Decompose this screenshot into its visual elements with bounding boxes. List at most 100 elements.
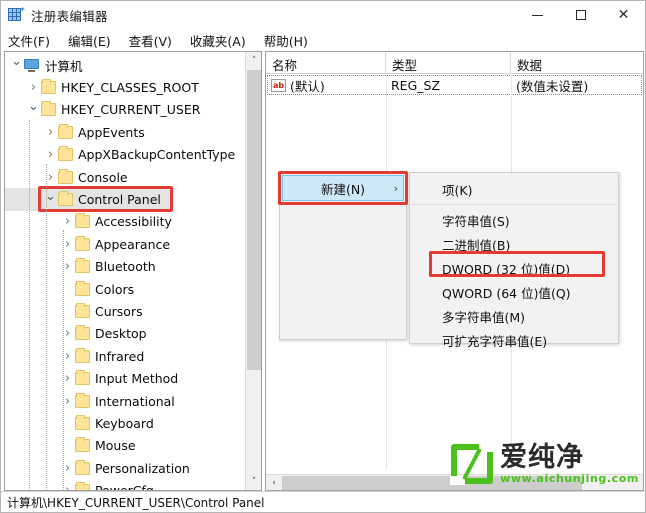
- status-bar: 计算机\HKEY_CURRENT_USER\Control Panel: [1, 491, 645, 512]
- watermark: 爱纯净 www.aichunjing.com: [450, 440, 639, 488]
- tree-item-appxbackupcontenttype[interactable]: AppXBackupContentType: [5, 144, 245, 166]
- tree-item-accessibility[interactable]: Accessibility: [5, 211, 245, 233]
- chevron-right-icon[interactable]: [43, 144, 58, 166]
- tree-item-input-method[interactable]: Input Method: [5, 367, 245, 389]
- submenu-item-qword64[interactable]: QWORD (64 位)值(Q): [410, 280, 618, 304]
- tree-item-appevents[interactable]: AppEvents: [5, 121, 245, 143]
- submenu-item-string[interactable]: 字符串值(S): [410, 208, 618, 232]
- column-header-name[interactable]: 名称: [266, 52, 386, 74]
- tree-item-international[interactable]: International: [5, 390, 245, 412]
- context-submenu: 项(K) 字符串值(S) 二进制值(B) DWORD (32 位)值(D) QW…: [409, 172, 619, 349]
- tree-item-desktop[interactable]: Desktop: [5, 323, 245, 345]
- tree-item-label: PowerCfg: [95, 483, 154, 490]
- tree-item--[interactable]: 计算机: [5, 54, 245, 76]
- tree-item-label: Mouse: [95, 438, 136, 454]
- tree-item-label: Control Panel: [78, 192, 161, 208]
- submenu-separator: [412, 204, 616, 205]
- close-button[interactable]: ✕: [602, 1, 645, 29]
- ab-string-icon: ab: [271, 78, 286, 92]
- tree-item-label: Bluetooth: [95, 259, 156, 275]
- menu-bar: 文件(F) 编辑(E) 查看(V) 收藏夹(A) 帮助(H): [1, 29, 645, 52]
- tree-item-bluetooth[interactable]: Bluetooth: [5, 256, 245, 278]
- window-controls: ✕: [516, 1, 645, 29]
- chevron-down-icon[interactable]: [9, 54, 24, 76]
- chevron-right-icon[interactable]: [26, 77, 41, 99]
- registry-editor-window: ✦ 注册表编辑器 ✕ 文件(F) 编辑(E) 查看(V) 收藏夹(A) 帮助(H…: [0, 0, 646, 513]
- tree-item-label: Colors: [95, 281, 135, 297]
- menu-help[interactable]: 帮助(H): [264, 29, 317, 52]
- cell-data: (数值未设置): [516, 78, 589, 94]
- tree-item-label: Accessibility: [95, 214, 172, 230]
- tree-item-label: 计算机: [45, 58, 83, 74]
- folder-icon: [75, 347, 90, 363]
- column-header-data[interactable]: 数据: [511, 52, 643, 74]
- menu-view[interactable]: 查看(V): [129, 29, 181, 52]
- tree-guide-line: [46, 164, 47, 490]
- tree-item-hkey-current-user[interactable]: HKEY_CURRENT_USER: [5, 99, 245, 121]
- folder-icon: [75, 235, 90, 251]
- scroll-down-arrow-icon[interactable]: ˅: [246, 473, 261, 490]
- tree-item-label: Personalization: [95, 460, 190, 476]
- folder-icon: [58, 123, 73, 139]
- tree-item-label: AppEvents: [78, 124, 145, 140]
- tree-item-label: International: [95, 393, 175, 409]
- cell-name-text: (默认): [290, 78, 325, 94]
- tree-item-keyboard[interactable]: Keyboard: [5, 412, 245, 434]
- tree-item-label: Cursors: [95, 303, 143, 319]
- menu-favorites[interactable]: 收藏夹(A): [190, 29, 255, 52]
- registry-tree-pane: 计算机 HKEY_CLASSES_ROOT HKEY_CURRENT_USER App…: [4, 51, 262, 491]
- tree-item-cursors[interactable]: Cursors: [5, 300, 245, 322]
- folder-icon: [75, 258, 90, 274]
- folder-icon: [41, 101, 56, 117]
- tree-item-colors[interactable]: Colors: [5, 278, 245, 300]
- tree-item-label: Desktop: [95, 326, 147, 342]
- watermark-url: www.aichunjing.com: [500, 472, 639, 485]
- chevron-right-icon[interactable]: [43, 121, 58, 143]
- column-header-type[interactable]: 类型: [386, 52, 511, 74]
- folder-icon: [75, 302, 90, 318]
- tree-item-powercfg[interactable]: PowerCfg: [5, 479, 245, 490]
- folder-icon: [75, 482, 90, 490]
- scroll-up-arrow-icon[interactable]: ˄: [246, 52, 261, 69]
- folder-icon: [41, 79, 56, 95]
- folder-icon: [58, 168, 73, 184]
- tree-item-label: Console: [78, 169, 128, 185]
- tree-item-mouse[interactable]: Mouse: [5, 435, 245, 457]
- tree-item-hkey-classes-root[interactable]: HKEY_CLASSES_ROOT: [5, 76, 245, 98]
- tree-item-personalization[interactable]: Personalization: [5, 457, 245, 479]
- chevron-down-icon[interactable]: [26, 99, 41, 121]
- tree-vertical-scrollbar[interactable]: ˄ ˅: [245, 52, 261, 490]
- scroll-left-arrow-icon[interactable]: ‹: [266, 475, 282, 491]
- window-title: 注册表编辑器: [31, 8, 108, 24]
- tree-item-label: AppXBackupContentType: [78, 147, 236, 163]
- submenu-item-binary[interactable]: 二进制值(B): [410, 232, 618, 256]
- minimize-button[interactable]: [516, 1, 559, 29]
- menu-file[interactable]: 文件(F): [8, 29, 59, 52]
- table-row[interactable]: ab (默认) REG_SZ (数值未设置): [267, 75, 642, 95]
- tree-scrollbar-thumb[interactable]: [247, 70, 261, 370]
- tree-item-infrared[interactable]: Infrared: [5, 345, 245, 367]
- cell-type: REG_SZ: [391, 77, 441, 93]
- folder-icon: [75, 325, 90, 341]
- menu-edit[interactable]: 编辑(E): [68, 29, 120, 52]
- list-header: 名称 类型 数据: [266, 52, 643, 74]
- chevron-right-icon: ›: [393, 181, 398, 195]
- title-bar: ✦ 注册表编辑器 ✕: [1, 1, 645, 29]
- submenu-item-dword32[interactable]: DWORD (32 位)值(D): [410, 256, 618, 280]
- submenu-item-multistring[interactable]: 多字符串值(M): [410, 304, 618, 328]
- status-bar-path: 计算机\HKEY_CURRENT_USER\Control Panel: [7, 495, 265, 510]
- tree-item-appearance[interactable]: Appearance: [5, 233, 245, 255]
- folder-icon: [58, 191, 73, 207]
- watermark-brand: 爱纯净: [500, 442, 585, 473]
- submenu-item-key[interactable]: 项(K): [410, 177, 618, 201]
- context-menu-item-new[interactable]: 新建(N) ›: [282, 175, 404, 201]
- computer-icon: [24, 58, 40, 72]
- folder-icon: [75, 392, 90, 408]
- submenu-item-expandstring[interactable]: 可扩充字符串值(E): [410, 328, 618, 352]
- tree-guide-line: [63, 230, 64, 490]
- tree-item-label: Appearance: [95, 236, 171, 252]
- aichunjing-logo-icon: [450, 443, 495, 485]
- maximize-button[interactable]: [559, 1, 602, 29]
- tree-item-console[interactable]: Console: [5, 166, 245, 188]
- cell-name: ab (默认): [268, 76, 386, 94]
